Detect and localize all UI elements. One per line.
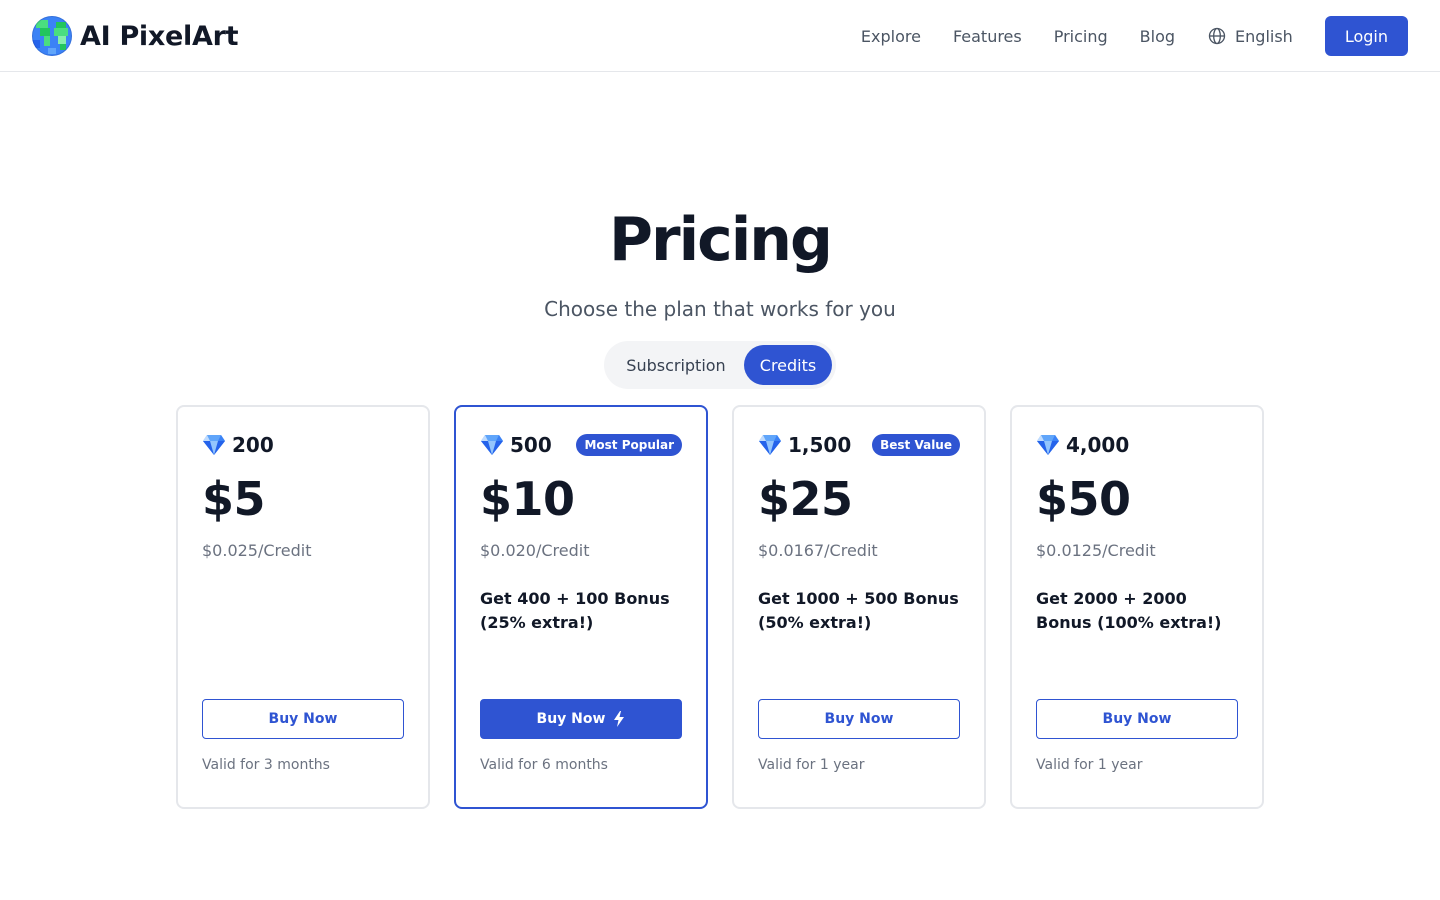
validity-text: Valid for 6 months [480, 757, 608, 773]
validity-text: Valid for 1 year [1036, 757, 1143, 773]
language-selector[interactable]: English [1207, 26, 1293, 46]
validity-text: Valid for 3 months [202, 757, 330, 773]
diamond-icon [759, 435, 781, 455]
buy-now-label: Buy Now [268, 711, 338, 727]
price-per-credit: $0.0125/Credit [1036, 541, 1156, 560]
credits-row: 4,000 [1036, 433, 1129, 457]
pricing-cards: 200 $5 $0.025/Credit Buy Now Valid for 3… [176, 405, 1264, 809]
login-button[interactable]: Login [1324, 16, 1408, 56]
toggle-credits[interactable]: Credits [744, 345, 832, 385]
page-subtitle: Choose the plan that works for you [544, 297, 896, 321]
credit-amount: 1,500 [788, 433, 852, 457]
credits-row: 500 [480, 433, 552, 457]
buy-now-button[interactable]: Buy Now [1036, 699, 1238, 739]
brand-name: AI PixelArt [80, 20, 239, 52]
nav-pricing[interactable]: Pricing [1054, 27, 1108, 46]
buy-now-label: Buy Now [824, 711, 894, 727]
plan-price: $10 [480, 472, 575, 526]
buy-now-label: Buy Now [1102, 711, 1172, 727]
plan-card-200: 200 $5 $0.025/Credit Buy Now Valid for 3… [176, 405, 430, 809]
page-title: Pricing [609, 205, 833, 275]
most-popular-badge: Most Popular [576, 434, 682, 456]
site-header: AI PixelArt Explore Features Pricing Blo… [0, 0, 1440, 72]
globe-icon [1208, 27, 1226, 45]
nav-explore[interactable]: Explore [861, 27, 921, 46]
bonus-text: Get 2000 + 2000 Bonus (100% extra!) [1036, 589, 1222, 632]
price-per-credit: $0.025/Credit [202, 541, 312, 560]
buy-now-button[interactable]: Buy Now [758, 699, 960, 739]
buy-now-button[interactable]: Buy Now [202, 699, 404, 739]
diamond-icon [1037, 435, 1059, 455]
best-value-badge: Best Value [872, 434, 960, 456]
brand-logo[interactable]: AI PixelArt [32, 16, 238, 56]
diamond-icon [203, 435, 225, 455]
bonus-text: Get 400 + 100 Bonus (25% extra!) [480, 589, 670, 632]
price-per-credit: $0.020/Credit [480, 541, 590, 560]
toggle-subscription[interactable]: Subscription [608, 345, 744, 385]
validity-text: Valid for 1 year [758, 757, 865, 773]
plan-price: $50 [1036, 472, 1131, 526]
plan-price: $5 [202, 472, 266, 526]
main-nav: Explore Features Pricing Blog English Lo… [861, 16, 1408, 56]
credit-amount: 200 [232, 433, 274, 457]
credit-amount: 4,000 [1066, 433, 1130, 457]
plan-type-toggle: Subscription Credits [604, 341, 836, 389]
price-per-credit: $0.0167/Credit [758, 541, 878, 560]
nav-blog[interactable]: Blog [1140, 27, 1175, 46]
pixel-globe-icon [32, 16, 72, 56]
diamond-icon [481, 435, 503, 455]
buy-now-label: Buy Now [536, 711, 606, 727]
nav-features[interactable]: Features [953, 27, 1022, 46]
credits-row: 1,500 [758, 433, 851, 457]
plan-card-1500: 1,500 Best Value $25 $0.0167/Credit Get … [732, 405, 986, 809]
credit-amount: 500 [510, 433, 552, 457]
credits-row: 200 [202, 433, 274, 457]
plan-card-4000: 4,000 $50 $0.0125/Credit Get 2000 + 2000… [1010, 405, 1264, 809]
bonus-text: Get 1000 + 500 Bonus (50% extra!) [758, 589, 959, 632]
plan-card-500: 500 Most Popular $10 $0.020/Credit Get 4… [454, 405, 708, 809]
buy-now-button[interactable]: Buy Now [480, 699, 682, 739]
lightning-icon [614, 711, 625, 727]
plan-price: $25 [758, 472, 853, 526]
language-label: English [1235, 26, 1293, 46]
